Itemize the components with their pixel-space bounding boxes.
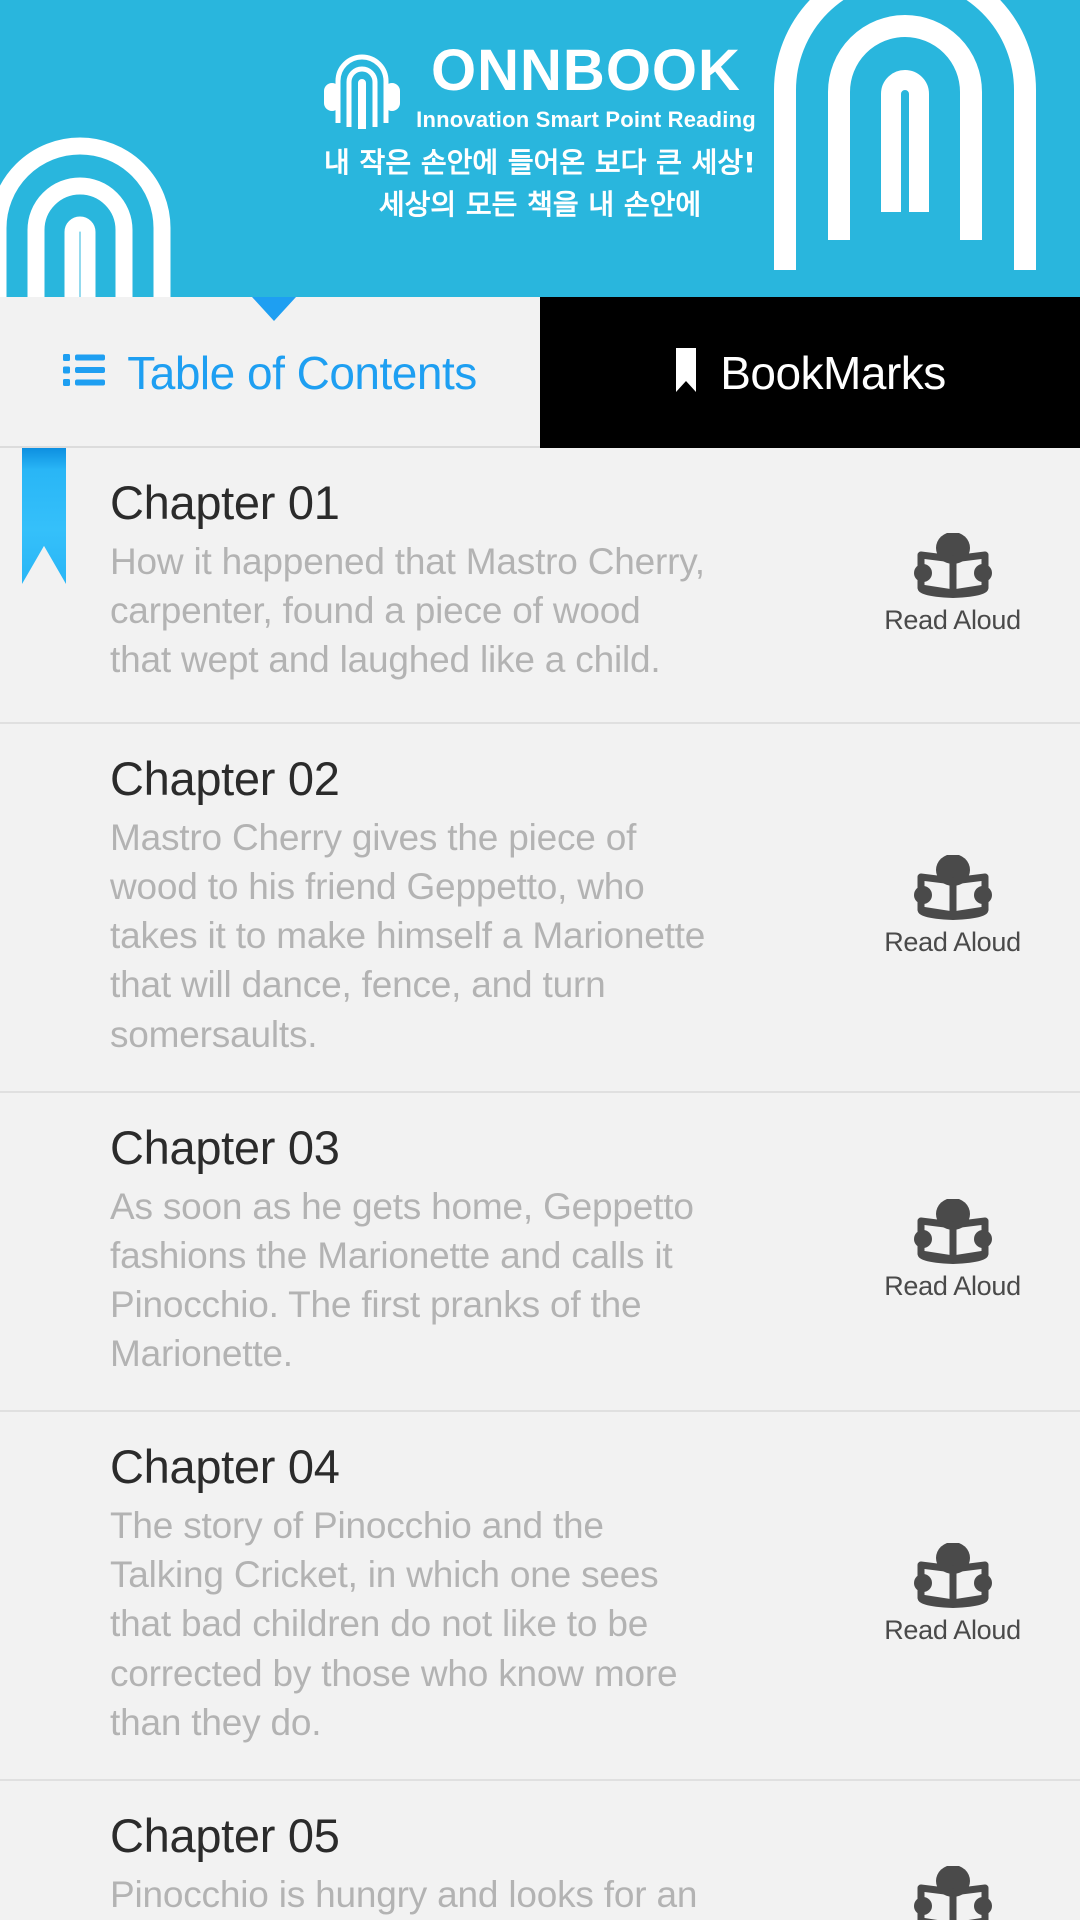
chapter-description: Mastro Cherry gives the piece of wood to…	[110, 816, 706, 1055]
chapter-title: Chapter 03	[110, 1120, 340, 1174]
korean-slogan-line-2: 세상의 모든 책을 내 손안에	[378, 188, 702, 221]
table-row[interactable]: Chapter 05 Pinocchio is hungry and looks…	[0, 1781, 1080, 1920]
person-reading-book-icon	[912, 1199, 994, 1265]
person-reading-book-icon	[912, 1543, 994, 1609]
tab-bar: Table of Contents BookMarks	[0, 297, 1080, 448]
chapter-description: How it happened that Mastro Cherry, carp…	[110, 540, 705, 681]
chapter-text-block: Chapter 04 The story of Pinocchio and th…	[0, 1442, 825, 1747]
read-aloud-label: Read Aloud	[884, 1271, 1021, 1302]
table-row[interactable]: Chapter 01 How it happened that Mastro C…	[0, 448, 1080, 724]
chapter-title: Chapter 05	[110, 1809, 340, 1863]
table-row[interactable]: Chapter 02 Mastro Cherry gives the piece…	[0, 724, 1080, 1093]
chapter-description: As soon as he gets home, Geppetto fashio…	[110, 1185, 694, 1375]
read-aloud-label: Read Aloud	[884, 604, 1021, 635]
onnbook-logo-icon	[324, 45, 401, 131]
korean-slogan-line-1: 내 작은 손안에 들어온 보다 큰 세상!	[324, 146, 756, 179]
read-aloud-button[interactable]: Read Aloud	[825, 532, 1080, 636]
person-reading-book-icon	[912, 854, 994, 921]
brand-tagline: Innovation Smart Point Reading	[416, 107, 756, 132]
watermark-logo-right	[760, 0, 1050, 270]
table-row[interactable]: Chapter 04 The story of Pinocchio and th…	[0, 1412, 1080, 1782]
chapter-text-block: Chapter 01 How it happened that Mastro C…	[0, 476, 825, 684]
read-aloud-button[interactable]: Read Aloud	[825, 1199, 1080, 1302]
person-reading-book-icon	[912, 1865, 994, 1920]
chapter-text-block: Chapter 03 As soon as he gets home, Gepp…	[0, 1120, 825, 1379]
tab-table-of-contents-label: Table of Contents	[127, 346, 477, 399]
person-reading-book-icon	[912, 532, 994, 599]
chapter-list: Chapter 01 How it happened that Mastro C…	[0, 448, 1080, 1920]
tab-bookmarks-label: BookMarks	[720, 346, 946, 399]
read-aloud-label: Read Aloud	[884, 926, 1021, 957]
read-aloud-label: Read Aloud	[884, 1615, 1021, 1646]
chapter-title: Chapter 01	[110, 476, 340, 529]
brand-block: ONNBOOK Innovation Smart Point Reading	[0, 42, 1080, 133]
table-row[interactable]: Chapter 03 As soon as he gets home, Gepp…	[0, 1092, 1080, 1413]
list-bullet-icon	[63, 353, 106, 392]
chapter-title: Chapter 02	[110, 752, 340, 805]
app-header-banner: ONNBOOK Innovation Smart Point Reading 내…	[0, 0, 1080, 297]
read-aloud-button[interactable]: Read Aloud	[825, 1543, 1080, 1646]
chapter-text-block: Chapter 02 Mastro Cherry gives the piece…	[0, 752, 825, 1059]
chapter-description: The story of Pinocchio and the Talking C…	[110, 1505, 678, 1743]
read-aloud-button[interactable]: Read Aloud	[825, 854, 1080, 958]
chapter-description: Pinocchio is hungry and looks for an	[110, 1873, 698, 1915]
korean-slogan: 내 작은 손안에 들어온 보다 큰 세상! 세상의 모든 책을 내 손안에	[0, 142, 1080, 226]
tab-bookmarks[interactable]: BookMarks	[540, 297, 1080, 448]
bookmark-icon	[674, 348, 698, 397]
chapter-text-block: Chapter 05 Pinocchio is hungry and looks…	[0, 1809, 825, 1919]
active-tab-caret-icon	[252, 297, 296, 321]
read-aloud-button[interactable]: Read Aloud	[825, 1865, 1080, 1920]
brand-name: ONNBOOK	[431, 38, 741, 103]
chapter-title: Chapter 04	[110, 1440, 340, 1494]
